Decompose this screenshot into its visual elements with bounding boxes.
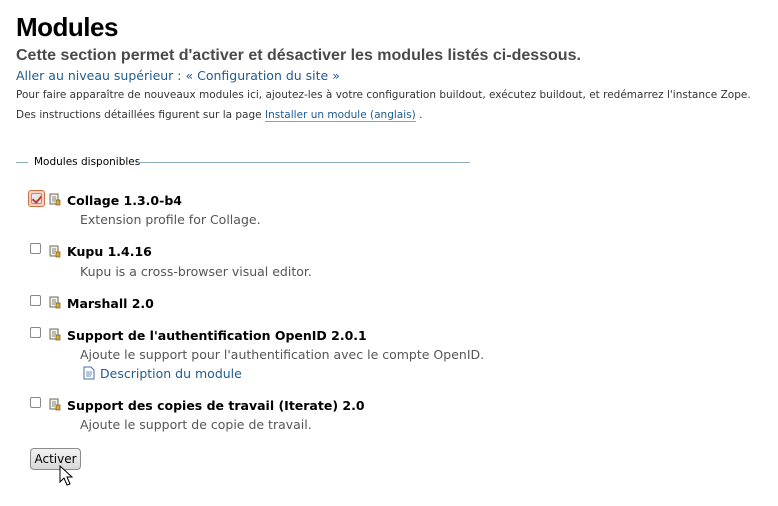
module-checkbox-collage[interactable] <box>31 193 42 204</box>
module-doc-link-openid[interactable]: Description du module <box>100 366 242 381</box>
page-description: Cette section permet d'activer et désact… <box>16 47 581 64</box>
product-icon <box>49 296 61 309</box>
module-title-marshall: Marshall 2.0 <box>67 296 154 311</box>
module-checkbox-kupu[interactable] <box>30 243 41 254</box>
module-description-openid: Ajoute le support pour l'authentificatio… <box>80 347 485 362</box>
document-icon <box>83 366 95 380</box>
mouse-pointer-icon <box>59 465 73 486</box>
module-description-iterate: Ajoute le support de copie de travail. <box>80 417 312 432</box>
product-icon <box>49 245 61 258</box>
fieldset-legend: Modules disponibles <box>34 156 141 168</box>
module-title-iterate: Support des copies de travail (Iterate) … <box>67 398 365 413</box>
module-title-openid: Support de l'authentification OpenID 2.0… <box>67 328 367 343</box>
up-level-link[interactable]: Aller au niveau supérieur : « Configurat… <box>16 68 340 83</box>
module-checkbox-marshall[interactable] <box>30 295 41 306</box>
product-icon <box>49 193 61 206</box>
module-description-collage: Extension profile for Collage. <box>80 212 261 227</box>
module-title-collage: Collage 1.3.0-b4 <box>67 193 182 208</box>
install-module-link[interactable]: Installer un module (anglais) <box>264 109 416 122</box>
module-title-kupu: Kupu 1.4.16 <box>67 244 152 259</box>
product-icon <box>49 398 61 411</box>
fieldset-line-right <box>136 162 470 163</box>
fieldset-line-left <box>16 162 28 163</box>
help-text: Pour faire apparaître de nouveaux module… <box>16 85 761 125</box>
help-text-part-2: . <box>419 109 423 121</box>
module-checkbox-iterate[interactable] <box>30 397 41 408</box>
product-icon <box>49 328 61 341</box>
activate-button[interactable]: Activer <box>30 448 81 470</box>
page-title: Modules <box>16 12 118 42</box>
module-description-kupu: Kupu is a cross-browser visual editor. <box>80 264 312 279</box>
module-checkbox-openid[interactable] <box>30 327 41 338</box>
